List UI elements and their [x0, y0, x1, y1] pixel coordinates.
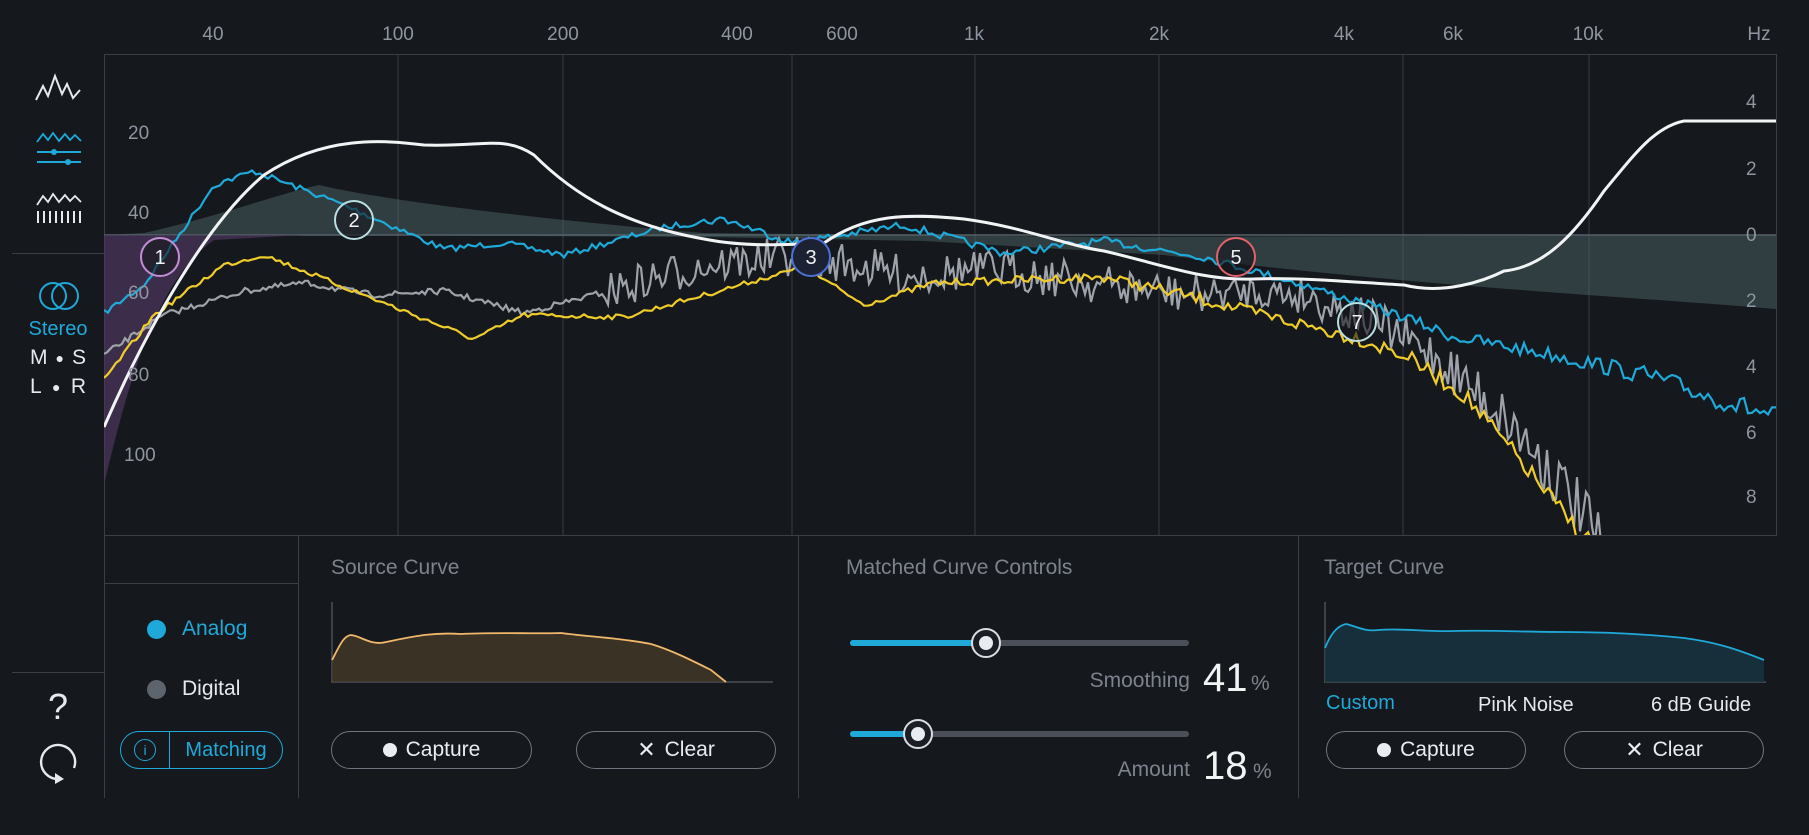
- close-icon: ✕: [1625, 737, 1644, 762]
- left-right-selector[interactable]: L ● R: [12, 375, 104, 399]
- svg-text:1: 1: [154, 247, 165, 269]
- freq-label: 10k: [1572, 24, 1604, 45]
- source-spectrum-line: [104, 255, 1591, 535]
- analog-option[interactable]: Analog: [147, 617, 247, 641]
- record-icon: [1377, 743, 1392, 757]
- waveform-meter-icon[interactable]: [34, 189, 84, 229]
- digital-label: Digital: [182, 677, 241, 700]
- smoothing-label: Smoothing: [1089, 669, 1190, 692]
- analog-label: Analog: [182, 617, 248, 640]
- smoothing-value[interactable]: 41: [1203, 656, 1248, 701]
- target-curve-thumbnail: [1324, 602, 1766, 683]
- svg-text:5: 5: [1230, 247, 1241, 269]
- right-scale-label: 4: [1746, 92, 1757, 113]
- mid-side-selector[interactable]: M ● S: [12, 346, 104, 370]
- target-clear-button[interactable]: ✕ Clear: [1564, 731, 1764, 769]
- info-icon[interactable]: i: [121, 732, 170, 768]
- eq-node-7[interactable]: 7: [1337, 302, 1377, 342]
- target-curve-title: Target Curve: [1324, 556, 1445, 579]
- amount-unit: %: [1253, 760, 1272, 783]
- svg-text:7: 7: [1351, 312, 1362, 334]
- side-option[interactable]: S: [72, 346, 86, 370]
- reset-icon[interactable]: [34, 740, 84, 784]
- right-scale-label: 4: [1746, 357, 1757, 378]
- close-icon: ✕: [637, 737, 656, 762]
- right-scale-label: 6: [1746, 423, 1757, 444]
- stereo-circles-icon[interactable]: [34, 276, 84, 316]
- amount-slider-handle[interactable]: [903, 719, 934, 749]
- right-option[interactable]: R: [71, 375, 86, 399]
- source-capture-button[interactable]: Capture: [331, 731, 532, 769]
- svg-text:3: 3: [805, 247, 816, 269]
- reference-spectrum-line: [104, 235, 1602, 535]
- freq-label: 2k: [1148, 24, 1170, 45]
- freq-label: 40: [202, 24, 224, 45]
- left-scale-label: 60: [128, 283, 150, 304]
- freq-label: 4k: [1333, 24, 1355, 45]
- freq-label: 200: [547, 24, 579, 45]
- right-scale-label: 0: [1746, 225, 1757, 246]
- stereo-mode-label[interactable]: Stereo: [12, 318, 104, 341]
- digital-option[interactable]: Digital: [147, 677, 240, 701]
- smoothing-unit: %: [1251, 672, 1270, 695]
- eq-node-5[interactable]: 5: [1216, 237, 1256, 277]
- eq-sliders-icon[interactable]: [34, 130, 84, 170]
- spectrum-icon[interactable]: [34, 68, 84, 108]
- right-scale-label: 2: [1746, 291, 1757, 312]
- smoothing-slider-handle[interactable]: [970, 628, 1001, 658]
- left-option[interactable]: L: [30, 375, 42, 399]
- svg-text:2: 2: [348, 210, 359, 232]
- matching-label: Matching: [185, 738, 267, 761]
- eq-node-1[interactable]: 1: [140, 237, 180, 277]
- freq-label: 600: [826, 24, 858, 45]
- matched-controls-title: Matched Curve Controls: [846, 556, 1073, 579]
- left-toolbar: Stereo M ● S L ● R ?: [12, 54, 105, 798]
- matching-button[interactable]: i Matching: [120, 731, 283, 769]
- target-capture-button[interactable]: Capture: [1326, 731, 1526, 769]
- target-6db-guide-option[interactable]: 6 dB Guide: [1651, 694, 1751, 717]
- left-scale-label: 80: [128, 365, 150, 386]
- freq-label: 400: [721, 24, 753, 45]
- freq-label: 100: [382, 24, 414, 45]
- left-scale-label: 20: [128, 123, 150, 144]
- record-icon: [382, 743, 397, 757]
- digital-radio[interactable]: [147, 679, 166, 699]
- eq-node-2[interactable]: 2: [334, 200, 374, 240]
- source-clear-button[interactable]: ✕ Clear: [576, 731, 776, 769]
- amount-label: Amount: [1117, 758, 1190, 781]
- source-curve-title: Source Curve: [331, 556, 460, 579]
- freq-label: 6k: [1442, 24, 1464, 45]
- target-custom-option[interactable]: Custom: [1326, 692, 1395, 715]
- amount-value[interactable]: 18: [1203, 744, 1248, 789]
- left-scale-label: 40: [128, 203, 150, 224]
- eq-node-3[interactable]: 3: [791, 237, 831, 277]
- freq-label: 1k: [963, 24, 985, 45]
- freq-unit-label: Hz: [1747, 24, 1771, 45]
- right-scale-label: 2: [1746, 159, 1757, 180]
- target-pink-noise-option[interactable]: Pink Noise: [1478, 694, 1574, 717]
- analog-radio[interactable]: [147, 619, 166, 639]
- right-scale-label: 8: [1746, 487, 1757, 508]
- mid-option[interactable]: M: [30, 346, 48, 370]
- source-curve-thumbnail: [331, 602, 773, 683]
- help-icon[interactable]: ?: [12, 686, 104, 728]
- spectrum-graph[interactable]: 1 2 3 5 7 20 40 60 80 100 4 2 0 2 4 6 8: [104, 54, 1777, 536]
- left-scale-label: 100: [124, 445, 156, 466]
